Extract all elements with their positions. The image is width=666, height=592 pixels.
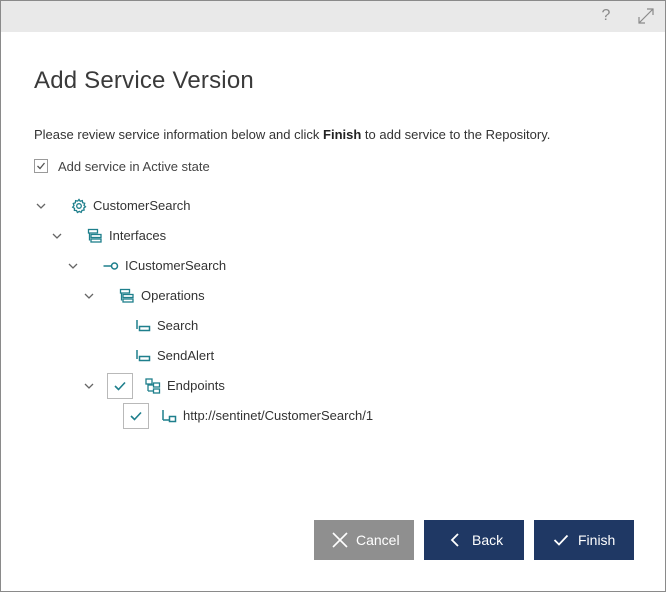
tree-node-operations[interactable]: Operations: [83, 285, 383, 307]
checkmark-icon: [37, 162, 46, 170]
interface-lollipop-icon: [103, 262, 119, 270]
checkmark-icon: [114, 381, 126, 391]
tree-label-endpoint-url: http://sentinet/CustomerSearch/1: [183, 408, 374, 423]
endpoint-icon: [162, 410, 177, 423]
chevron-down-icon[interactable]: [83, 290, 95, 302]
finish-button-label: Finish: [578, 532, 616, 548]
help-icon[interactable]: ?: [600, 7, 612, 25]
endpoints-icon: [145, 378, 161, 394]
checkmark-icon: [553, 534, 569, 546]
tree-label-operations: Operations: [141, 288, 205, 303]
dialog-description: Please review service information below …: [34, 127, 550, 142]
tree-node-service[interactable]: CustomerSearch: [35, 195, 335, 217]
back-button-label: Back: [472, 532, 504, 548]
cancel-button-label: Cancel: [356, 532, 400, 548]
dialog-titlebar: ?: [1, 1, 665, 32]
back-button[interactable]: Back: [424, 520, 524, 560]
checkmark-icon: [130, 411, 142, 421]
chevron-down-icon[interactable]: [51, 230, 63, 242]
tree-node-interface[interactable]: ICustomerSearch: [67, 255, 367, 277]
tree-node-operation-search[interactable]: Search: [135, 315, 335, 337]
description-suffix: to add service to the Repository.: [361, 127, 551, 142]
chevron-down-icon[interactable]: [67, 260, 79, 272]
close-icon: [332, 532, 348, 548]
operation-icon: [136, 350, 151, 362]
tree-label-interfaces: Interfaces: [109, 228, 167, 243]
expand-icon[interactable]: [636, 6, 656, 26]
tree-label-search: Search: [157, 318, 199, 333]
folder-stack-icon: [87, 228, 102, 243]
operation-icon: [136, 320, 151, 332]
add-service-version-dialog: ? Add Service Version Please review serv…: [0, 0, 666, 592]
tree-node-endpoints[interactable]: Endpoints: [83, 373, 383, 399]
finish-button[interactable]: Finish: [534, 520, 634, 560]
active-state-checkbox[interactable]: [34, 159, 48, 173]
tree-node-interfaces[interactable]: Interfaces: [51, 225, 351, 247]
active-state-label: Add service in Active state: [58, 159, 210, 174]
tree-label-sendalert: SendAlert: [157, 348, 215, 363]
tree-label-service: CustomerSearch: [93, 198, 191, 213]
tree-label-endpoints: Endpoints: [167, 378, 225, 393]
description-prefix: Please review service information below …: [34, 127, 324, 142]
tree-node-operation-sendalert[interactable]: SendAlert: [135, 345, 335, 367]
tree-label-interface: ICustomerSearch: [125, 258, 227, 273]
cancel-button[interactable]: Cancel: [314, 520, 414, 560]
chevron-left-icon: [450, 533, 459, 547]
dialog-title: Add Service Version: [34, 67, 254, 94]
description-bold-finish: Finish: [323, 127, 362, 142]
folder-stack-icon: [119, 288, 134, 303]
endpoint-checkbox[interactable]: [123, 403, 149, 429]
endpoints-checkbox[interactable]: [107, 373, 133, 399]
chevron-down-icon[interactable]: [83, 380, 95, 392]
tree-node-endpoint[interactable]: http://sentinet/CustomerSearch/1: [123, 403, 443, 429]
chevron-down-icon[interactable]: [35, 200, 47, 212]
gear-icon: [71, 198, 87, 214]
